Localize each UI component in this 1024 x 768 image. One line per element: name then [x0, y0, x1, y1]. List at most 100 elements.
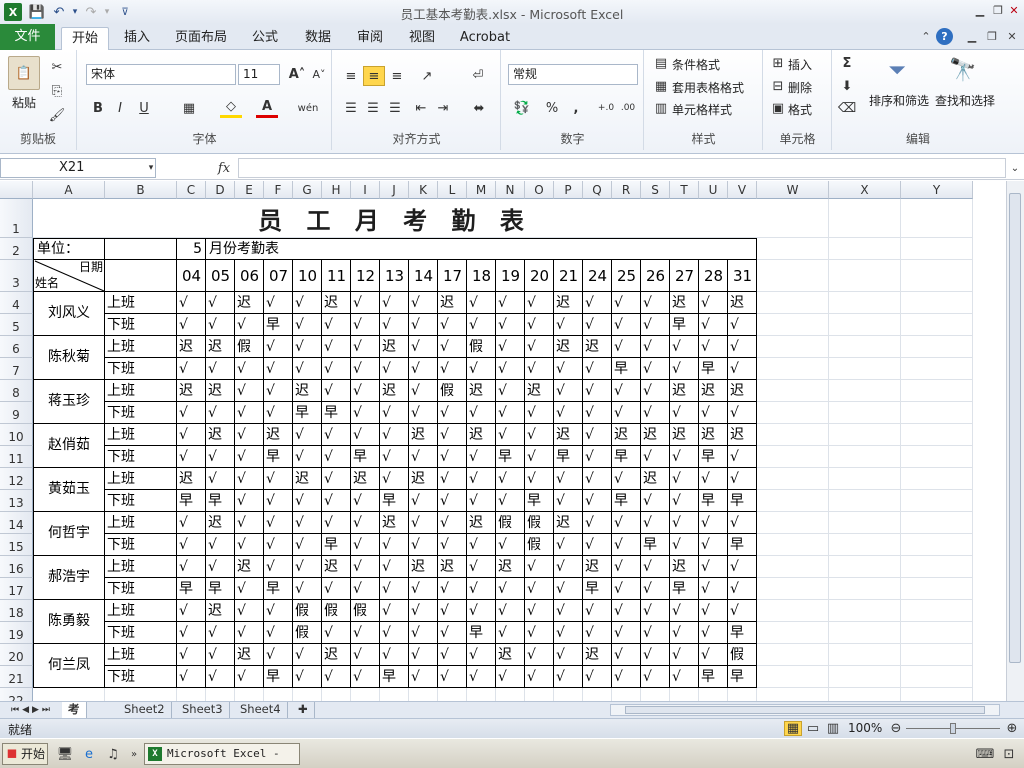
attendance-cell[interactable]: √	[585, 314, 612, 336]
attendance-cell[interactable]: √	[353, 622, 380, 644]
attendance-cell[interactable]: √	[266, 468, 293, 490]
column-header[interactable]: T	[670, 181, 699, 199]
format-cells-button[interactable]: 格式	[788, 101, 812, 118]
attendance-cell[interactable]: 迟	[672, 424, 699, 446]
attendance-cell[interactable]: √	[237, 314, 264, 336]
attendance-cell[interactable]: 迟	[701, 380, 728, 402]
attendance-cell[interactable]: √	[411, 600, 438, 622]
attendance-cell[interactable]: √	[179, 292, 206, 314]
attendance-cell[interactable]: √	[527, 578, 554, 600]
attendance-cell[interactable]: √	[179, 314, 206, 336]
attendance-cell[interactable]: √	[701, 556, 728, 578]
attendance-cell[interactable]: √	[208, 446, 235, 468]
attendance-cell[interactable]: √	[643, 402, 670, 424]
attendance-cell[interactable]: √	[324, 424, 351, 446]
copy-icon[interactable]: ⎘	[48, 82, 66, 100]
attendance-cell[interactable]: √	[295, 578, 322, 600]
attendance-cell[interactable]: 迟	[237, 292, 264, 314]
attendance-cell[interactable]: √	[672, 490, 699, 512]
attendance-cell[interactable]: √	[527, 314, 554, 336]
attendance-cell[interactable]: √	[527, 556, 554, 578]
grow-font-icon[interactable]: A˄	[288, 64, 306, 84]
collapse-ribbon-icon[interactable]: ⌃	[916, 28, 936, 46]
select-all-corner[interactable]	[0, 181, 33, 199]
attendance-cell[interactable]: √	[208, 358, 235, 380]
attendance-cell[interactable]: 早	[208, 578, 235, 600]
attendance-cell[interactable]: √	[730, 468, 757, 490]
attendance-cell[interactable]: √	[585, 402, 612, 424]
attendance-cell[interactable]: 迟	[208, 336, 235, 358]
attendance-cell[interactable]: √	[179, 534, 206, 556]
row-header[interactable]: 10	[0, 424, 33, 446]
attendance-cell[interactable]: √	[672, 622, 699, 644]
attendance-cell[interactable]: √	[208, 314, 235, 336]
attendance-cell[interactable]: √	[643, 292, 670, 314]
attendance-cell[interactable]: √	[527, 644, 554, 666]
attendance-cell[interactable]: √	[353, 336, 380, 358]
shrink-font-icon[interactable]: A˅	[310, 64, 328, 84]
attendance-cell[interactable]: √	[585, 358, 612, 380]
attendance-cell[interactable]: 早	[614, 446, 641, 468]
row-header[interactable]: 17	[0, 578, 33, 600]
attendance-cell[interactable]: √	[440, 336, 467, 358]
attendance-cell[interactable]: √	[672, 336, 699, 358]
find-select-icon[interactable]: 🔭	[947, 54, 979, 86]
attendance-cell[interactable]: √	[556, 600, 583, 622]
attendance-cell[interactable]: √	[353, 314, 380, 336]
attendance-cell[interactable]: √	[411, 644, 438, 666]
wrap-text-icon[interactable]: ⏎	[467, 64, 489, 86]
attendance-cell[interactable]: √	[208, 644, 235, 666]
align-center-icon[interactable]: ☰	[363, 98, 383, 118]
attendance-cell[interactable]: √	[672, 512, 699, 534]
attendance-cell[interactable]: √	[411, 446, 438, 468]
attendance-cell[interactable]: √	[411, 666, 438, 688]
attendance-cell[interactable]: √	[701, 468, 728, 490]
attendance-cell[interactable]: 早	[672, 314, 699, 336]
attendance-cell[interactable]: √	[295, 666, 322, 688]
attendance-cell[interactable]: √	[179, 556, 206, 578]
attendance-cell[interactable]: √	[498, 314, 525, 336]
attendance-cell[interactable]: 早	[730, 622, 757, 644]
attendance-cell[interactable]: √	[701, 512, 728, 534]
attendance-cell[interactable]: √	[556, 556, 583, 578]
column-header[interactable]: P	[554, 181, 583, 199]
column-header[interactable]: C	[177, 181, 206, 199]
attendance-cell[interactable]: 早	[556, 446, 583, 468]
attendance-cell[interactable]: 迟	[411, 468, 438, 490]
attendance-cell[interactable]: √	[469, 314, 496, 336]
attendance-cell[interactable]: √	[643, 314, 670, 336]
ie-icon[interactable]: e	[80, 745, 98, 763]
attendance-cell[interactable]: 假	[440, 380, 467, 402]
attendance-cell[interactable]: √	[382, 446, 409, 468]
attendance-cell[interactable]: √	[382, 292, 409, 314]
page-layout-view-icon[interactable]: ▭	[804, 721, 822, 736]
attendance-cell[interactable]: √	[266, 490, 293, 512]
attendance-cell[interactable]: √	[266, 292, 293, 314]
attendance-cell[interactable]: √	[266, 622, 293, 644]
attendance-cell[interactable]: √	[585, 600, 612, 622]
attendance-cell[interactable]: √	[324, 314, 351, 336]
row-header[interactable]: 12	[0, 468, 33, 490]
attendance-cell[interactable]: 早	[643, 534, 670, 556]
attendance-cell[interactable]: √	[730, 600, 757, 622]
attendance-cell[interactable]: √	[527, 424, 554, 446]
zoom-in-icon[interactable]: ⊕	[1004, 721, 1020, 736]
attendance-cell[interactable]: √	[701, 578, 728, 600]
attendance-cell[interactable]: √	[701, 534, 728, 556]
fill-color-icon[interactable]: ◇	[220, 98, 242, 118]
attendance-cell[interactable]: √	[469, 534, 496, 556]
insert-sheet-icon[interactable]: ✚	[292, 702, 315, 718]
attendance-cell[interactable]: 迟	[730, 380, 757, 402]
attendance-cell[interactable]: 迟	[324, 556, 351, 578]
attendance-cell[interactable]: √	[324, 336, 351, 358]
horizontal-scroll-thumb[interactable]	[625, 706, 985, 714]
attendance-cell[interactable]: √	[672, 358, 699, 380]
align-left-icon[interactable]: ☰	[341, 98, 361, 118]
row-header[interactable]: 19	[0, 622, 33, 644]
autosum-icon[interactable]: Σ	[839, 55, 855, 71]
row-header[interactable]: 21	[0, 666, 33, 688]
attendance-cell[interactable]: 迟	[440, 292, 467, 314]
attendance-cell[interactable]: √	[440, 314, 467, 336]
row-header[interactable]: 13	[0, 490, 33, 512]
attendance-cell[interactable]: √	[295, 556, 322, 578]
